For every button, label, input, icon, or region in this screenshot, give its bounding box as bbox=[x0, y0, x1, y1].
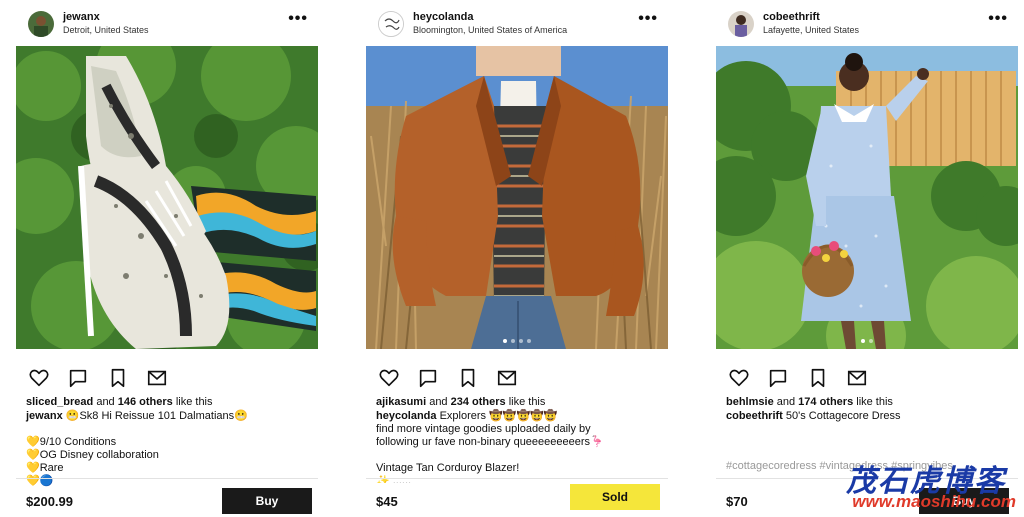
username[interactable]: cobeethrift bbox=[763, 11, 859, 24]
buy-button[interactable]: Buy bbox=[919, 488, 1009, 514]
post-header: heycolanda Bloomington, United States of… bbox=[366, 9, 668, 39]
more-options-icon[interactable]: ••• bbox=[288, 11, 308, 27]
heart-icon[interactable] bbox=[28, 367, 50, 389]
buy-button[interactable]: Buy bbox=[222, 488, 312, 514]
caption-text: Explorers 🤠🤠🤠🤠🤠 bbox=[436, 410, 558, 422]
carousel-dots[interactable] bbox=[366, 330, 668, 348]
message-icon[interactable] bbox=[496, 367, 518, 389]
avatar[interactable] bbox=[28, 11, 54, 37]
post-photo[interactable] bbox=[716, 46, 1018, 349]
caption-username[interactable]: heycolanda bbox=[376, 410, 437, 422]
likes-count[interactable]: 234 others bbox=[451, 396, 506, 408]
comment-icon[interactable] bbox=[67, 367, 89, 389]
avatar[interactable] bbox=[378, 11, 404, 37]
price: $70 bbox=[726, 494, 748, 509]
price: $200.99 bbox=[26, 494, 73, 509]
more-options-icon[interactable]: ••• bbox=[638, 11, 658, 27]
caption-username[interactable]: jewanx bbox=[26, 410, 63, 422]
caption-detail: following ur fave non-binary queeeeeeeee… bbox=[376, 436, 604, 448]
heart-icon[interactable] bbox=[378, 367, 400, 389]
post-header: jewanx Detroit, United States ••• bbox=[16, 9, 318, 39]
message-icon[interactable] bbox=[846, 367, 868, 389]
message-icon[interactable] bbox=[146, 367, 168, 389]
post-card-jewanx: jewanx Detroit, United States ••• sliced… bbox=[16, 0, 318, 517]
bookmark-icon[interactable] bbox=[457, 367, 479, 389]
post-caption: jewanx 😬Sk8 Hi Reissue 101 Dalmatians😬 💛… bbox=[26, 410, 316, 488]
location[interactable]: Lafayette, United States bbox=[763, 24, 859, 36]
caption-text: 50's Cottagecore Dress bbox=[782, 410, 901, 422]
bookmark-icon[interactable] bbox=[807, 367, 829, 389]
location[interactable]: Detroit, United States bbox=[63, 24, 149, 36]
hashtags[interactable]: #cottagecoredress #vintagedress #springv… bbox=[726, 460, 953, 472]
post-photo[interactable] bbox=[16, 46, 318, 349]
post-actions bbox=[728, 367, 881, 391]
price: $45 bbox=[376, 494, 398, 509]
caption-text: 😬Sk8 Hi Reissue 101 Dalmatians😬 bbox=[62, 410, 248, 422]
likes-summary: behlmsie and 174 others like this bbox=[726, 396, 893, 408]
post-actions bbox=[378, 367, 531, 391]
caption-detail: Vintage Tan Corduroy Blazer! bbox=[376, 462, 520, 474]
more-options-icon[interactable]: ••• bbox=[988, 11, 1008, 27]
likes-summary: sliced_bread and 146 others like this bbox=[26, 396, 213, 408]
caption-detail: 💛OG Disney collaboration bbox=[26, 449, 159, 461]
post-caption: cobeethrift 50's Cottagecore Dress bbox=[726, 410, 1016, 423]
post-card-cobeethrift: cobeethrift Lafayette, United States ••• bbox=[716, 0, 1018, 517]
post-header: cobeethrift Lafayette, United States ••• bbox=[716, 9, 1018, 39]
caption-detail: find more vintage goodies uploaded daily… bbox=[376, 423, 591, 435]
post-actions bbox=[28, 367, 181, 391]
post-card-heycolanda: heycolanda Bloomington, United States of… bbox=[366, 0, 668, 517]
caption-detail: ✨ ...... bbox=[376, 475, 412, 483]
caption-detail: 💛9/10 Conditions bbox=[26, 436, 117, 448]
avatar[interactable] bbox=[728, 11, 754, 37]
liker-username[interactable]: ajikasumi bbox=[376, 396, 426, 408]
post-caption: heycolanda Explorers 🤠🤠🤠🤠🤠 find more vin… bbox=[376, 410, 666, 483]
liker-username[interactable]: sliced_bread bbox=[26, 396, 93, 408]
caption-username[interactable]: cobeethrift bbox=[726, 410, 783, 422]
carousel-dots[interactable] bbox=[716, 330, 1018, 348]
caption-detail: 💛Rare bbox=[26, 462, 64, 474]
location[interactable]: Bloomington, United States of America bbox=[413, 24, 567, 36]
divider bbox=[716, 478, 1018, 479]
divider bbox=[366, 478, 668, 479]
comment-icon[interactable] bbox=[417, 367, 439, 389]
bookmark-icon[interactable] bbox=[107, 367, 129, 389]
divider bbox=[16, 478, 318, 479]
post-photo[interactable] bbox=[366, 46, 668, 349]
liker-username[interactable]: behlmsie bbox=[726, 396, 774, 408]
likes-count[interactable]: 174 others bbox=[798, 396, 853, 408]
username[interactable]: heycolanda bbox=[413, 11, 567, 24]
likes-summary: ajikasumi and 234 others like this bbox=[376, 396, 546, 408]
username[interactable]: jewanx bbox=[63, 11, 149, 24]
likes-count[interactable]: 146 others bbox=[118, 396, 173, 408]
caption-detail: 💛🔵 bbox=[26, 475, 54, 487]
sold-badge: Sold bbox=[570, 484, 660, 510]
comment-icon[interactable] bbox=[767, 367, 789, 389]
heart-icon[interactable] bbox=[728, 367, 750, 389]
